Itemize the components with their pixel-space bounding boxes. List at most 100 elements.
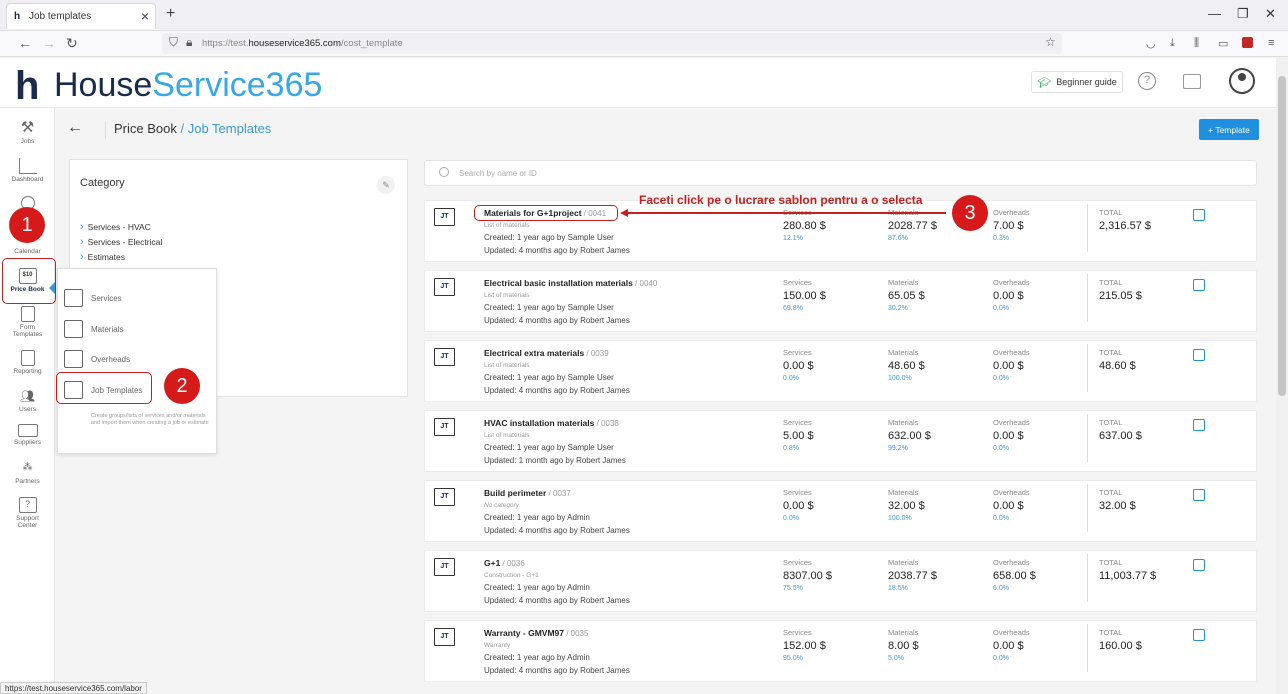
template-card[interactable]: JT Electrical extra materials / 0039 List …	[424, 340, 1257, 402]
materials-value: 2038.77 $	[888, 570, 937, 582]
menu-icon[interactable]: ≡	[1268, 37, 1274, 49]
template-name-text: Electrical basic installation materials	[484, 278, 633, 288]
new-tab-button[interactable]: +	[166, 5, 175, 23]
template-card[interactable]: JT Build perimeter / 0037 No category Creat…	[424, 480, 1257, 542]
url-bar[interactable]: https://test. houseservice365.com/cost_te…	[162, 33, 1062, 54]
sidebar-item-dashboard[interactable]: Dashboard	[0, 158, 55, 183]
browser-tab[interactable]: h Job templates ×	[6, 3, 156, 29]
reload-icon[interactable]: ↻	[66, 35, 78, 52]
sidebar-item-suppliers[interactable]: Suppliers	[0, 424, 55, 446]
template-name[interactable]: Warranty - GMVM97 / 0035	[484, 628, 588, 638]
beginner-guide-button[interactable]: 🎓︎ Beginner guide	[1031, 71, 1123, 93]
sidebar-item-form-templates[interactable]: Form Templates	[0, 306, 55, 338]
job-template-icon: JT	[434, 628, 455, 646]
restore-icon[interactable]: ❐	[1237, 6, 1249, 22]
sidebar-item-partners[interactable]: ⁂ Partners	[0, 460, 55, 485]
template-name[interactable]: Electrical extra materials / 0039	[484, 348, 609, 358]
annotation-box-job-templates	[56, 372, 152, 404]
browser-nav-bar: ← → ↻ https://test. houseservice365.com/c…	[0, 31, 1288, 57]
materials-column: Materials 632.00 $ 99.2%	[888, 418, 931, 452]
files-icon[interactable]	[1183, 74, 1201, 89]
forward-icon[interactable]: →	[42, 35, 56, 51]
logo[interactable]: HouseService365	[54, 66, 322, 105]
template-card[interactable]: JT HVAC installation materials / 0038 List…	[424, 410, 1257, 472]
shield-icon[interactable]: ⛉	[169, 35, 178, 50]
overheads-column: Overheads 0.00 $ 0.0%	[993, 278, 1030, 312]
materials-percent: 5.0%	[888, 655, 904, 662]
sidebar-item-users[interactable]: 👥︎ Users	[0, 388, 55, 413]
services-value: 152.00 $	[783, 640, 826, 652]
add-template-button[interactable]: + Template	[1199, 119, 1259, 140]
total-column: TOTAL 2,316.57 $	[1087, 204, 1151, 252]
materials-column: Materials 8.00 $ 5.0%	[888, 628, 919, 662]
category-item[interactable]: Services - HVAC	[80, 221, 151, 233]
minimize-icon[interactable]: —	[1208, 6, 1221, 21]
help-icon[interactable]: ?	[1138, 72, 1156, 90]
services-header: Services	[783, 278, 812, 287]
download-icon[interactable]: ⤓	[1170, 37, 1175, 50]
back-icon[interactable]: ←	[18, 35, 32, 51]
template-name[interactable]: G+1 / 0036	[484, 558, 525, 568]
menu-item-overheads[interactable]: Overheads	[64, 350, 130, 368]
truck-icon	[17, 424, 38, 437]
extension-icon[interactable]	[1242, 37, 1253, 48]
partners-icon: ⁂	[22, 462, 33, 473]
avatar[interactable]	[1229, 68, 1255, 94]
sidebar-item-jobs[interactable]: ⚒ Jobs	[0, 120, 55, 146]
report-icon	[20, 350, 35, 366]
menu-item-materials[interactable]: Materials	[64, 320, 123, 338]
services-value: 280.80 $	[783, 220, 826, 232]
template-category: Construction - G+1	[484, 572, 539, 579]
back-arrow-icon[interactable]: ←	[67, 119, 83, 137]
overheads-percent: 0.0%	[993, 445, 1009, 452]
sidebar-item-support-center[interactable]: ? Support Center	[0, 497, 55, 529]
total-column: TOTAL 160.00 $	[1087, 624, 1142, 672]
materials-header: Materials	[888, 278, 919, 287]
select-checkbox[interactable]	[1193, 629, 1205, 641]
materials-column: Materials 32.00 $ 100.0%	[888, 488, 925, 522]
scrollbar-thumb[interactable]	[1278, 76, 1286, 396]
close-window-icon[interactable]: ✕	[1265, 6, 1276, 22]
services-value: 0.00 $	[783, 360, 814, 372]
template-name[interactable]: Build perimeter / 0037	[484, 488, 571, 498]
template-card[interactable]: JT G+1 / 0036 Construction - G+1 Created: 1…	[424, 550, 1257, 612]
sidebar-toggle-icon[interactable]: ▭	[1218, 37, 1228, 50]
menu-item-services[interactable]: Services	[64, 289, 122, 307]
overheads-icon	[64, 350, 83, 368]
services-column: Services 0.00 $ 0.0%	[783, 488, 814, 522]
library-icon[interactable]: ⫼	[1194, 37, 1199, 50]
services-percent: 75.5%	[783, 585, 803, 592]
breadcrumb-price-book[interactable]: Price Book	[114, 121, 177, 136]
tab-close-icon[interactable]: ×	[141, 8, 149, 24]
lock-icon[interactable]: 🔒︎	[186, 35, 192, 50]
menu-item-label: Materials	[91, 324, 124, 334]
scrollbar[interactable]	[1276, 58, 1288, 694]
edit-pencil-icon[interactable]: ✎	[377, 176, 395, 194]
search-input[interactable]: Search by name or ID	[424, 160, 1257, 186]
select-checkbox[interactable]	[1193, 419, 1205, 431]
sidebar-item-reporting[interactable]: Reporting	[0, 350, 55, 375]
materials-value: 65.05 $	[888, 290, 925, 302]
annotation-box-template-name	[474, 205, 618, 221]
sidebar-item-label: Reporting	[13, 368, 42, 375]
select-checkbox[interactable]	[1193, 209, 1205, 221]
bookmark-star-icon[interactable]: ☆	[1045, 35, 1056, 49]
pocket-icon[interactable]: ◡	[1146, 37, 1156, 50]
template-name[interactable]: Electrical basic installation materials …	[484, 278, 657, 288]
services-column: Services 150.00 $ 69.8%	[783, 278, 826, 312]
template-name[interactable]: HVAC installation materials / 0038	[484, 418, 619, 428]
sidebar-item-label: Partners	[15, 478, 40, 485]
select-checkbox[interactable]	[1193, 349, 1205, 361]
select-checkbox[interactable]	[1193, 559, 1205, 571]
category-item[interactable]: Services - Electrical	[80, 236, 163, 248]
template-card[interactable]: JT Warranty - GMVM97 / 0035 Warranty Create…	[424, 620, 1257, 682]
template-created: Created: 1 year ago by Sample User	[484, 303, 614, 312]
materials-percent: 18.5%	[888, 585, 908, 592]
search-placeholder: Search by name or ID	[459, 168, 537, 178]
select-checkbox[interactable]	[1193, 489, 1205, 501]
overheads-header: Overheads	[993, 488, 1030, 497]
select-checkbox[interactable]	[1193, 279, 1205, 291]
services-header: Services	[783, 558, 812, 567]
template-card[interactable]: JT Electrical basic installation material…	[424, 270, 1257, 332]
category-item[interactable]: Estimates	[80, 251, 125, 263]
